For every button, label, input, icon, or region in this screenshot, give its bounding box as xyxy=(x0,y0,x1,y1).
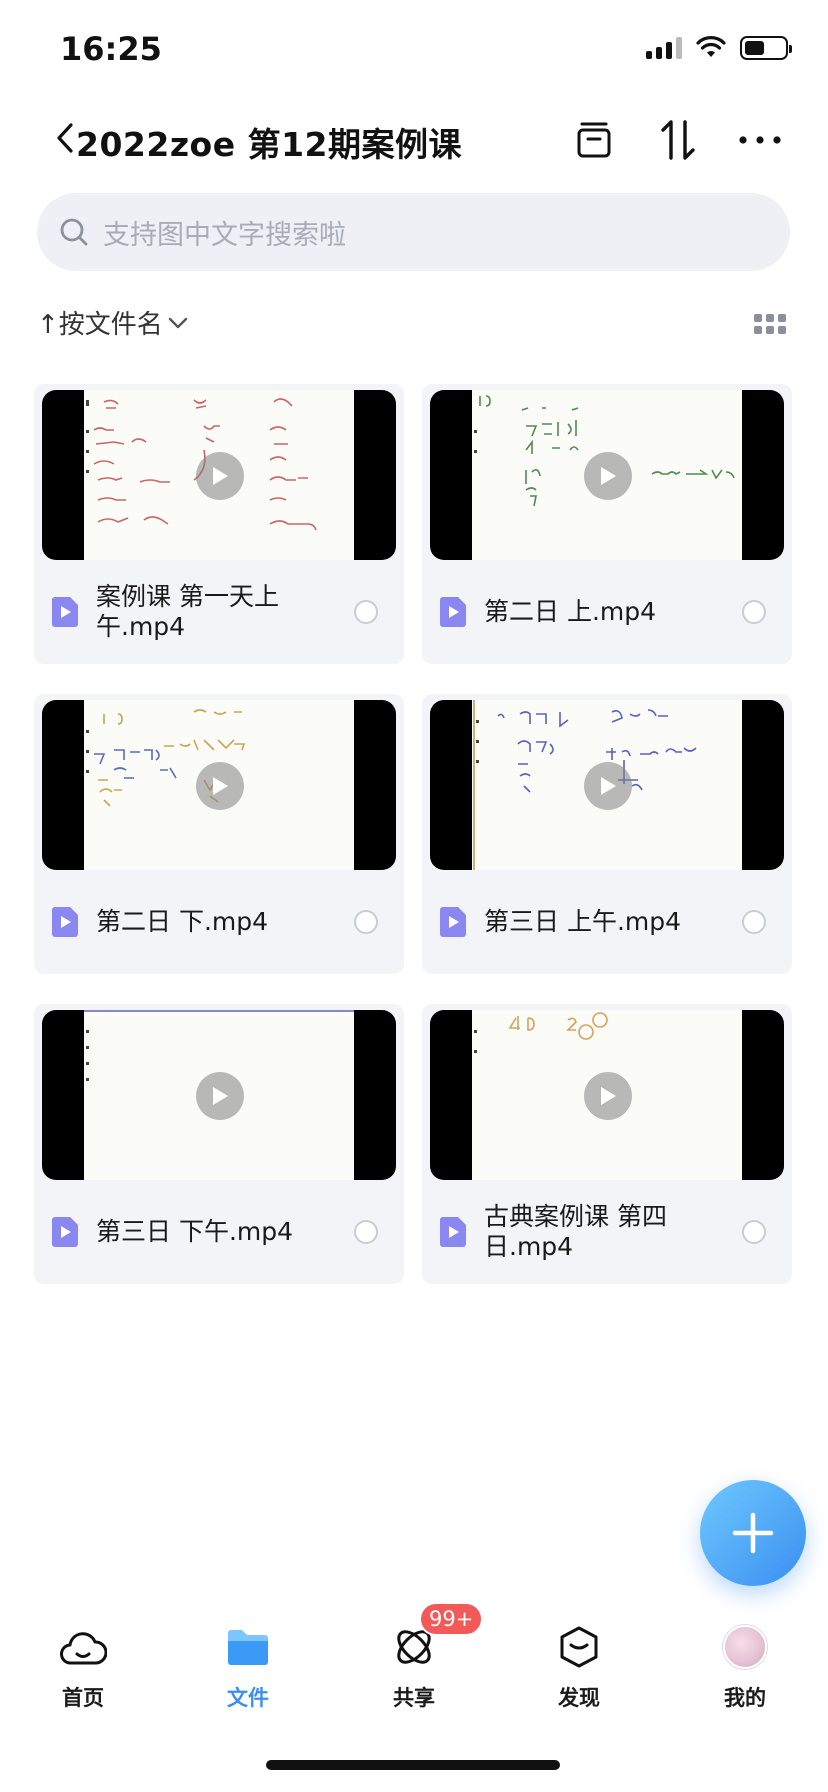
bottom-nav: 首页 文件 99+ 共享 发现 我的 xyxy=(0,1602,828,1728)
wifi-icon xyxy=(696,36,726,57)
video-thumbnail xyxy=(430,1010,784,1180)
play-icon xyxy=(584,762,632,810)
sort-arrows-icon xyxy=(661,120,695,160)
add-button[interactable] xyxy=(700,1480,806,1586)
chevron-left-icon xyxy=(57,123,73,153)
battery-icon xyxy=(740,36,792,60)
share-icon: 99+ xyxy=(389,1602,484,1672)
search-icon xyxy=(60,218,88,246)
file-card[interactable]: 第三日 下午.mp4 xyxy=(34,1004,404,1284)
file-name: 第二日 下.mp4 xyxy=(96,907,269,936)
archive-icon xyxy=(577,122,611,158)
nav-item-home[interactable]: 首页 xyxy=(28,1618,138,1728)
video-file-icon xyxy=(440,1217,466,1247)
video-thumbnail xyxy=(430,700,784,870)
video-thumbnail xyxy=(430,390,784,560)
avatar xyxy=(723,1625,767,1669)
sort-order-button[interactable] xyxy=(654,116,702,164)
file-name: 古典案例课 第四日.mp4 xyxy=(484,1202,667,1261)
video-thumbnail xyxy=(42,390,396,560)
search-placeholder: 支持图中文字搜索啦 xyxy=(103,219,346,251)
file-card[interactable]: 第三日 上午.mp4 xyxy=(422,694,792,974)
file-card[interactable]: 第二日 下.mp4 xyxy=(34,694,404,974)
sort-label: ↑按文件名 xyxy=(37,310,163,340)
file-info: 第二日 上.mp4 xyxy=(422,560,792,664)
discover-icon xyxy=(554,1622,604,1672)
play-icon xyxy=(584,452,632,500)
nav-label: 我的 xyxy=(724,1686,766,1710)
archive-button[interactable] xyxy=(570,116,618,164)
nav-label: 共享 xyxy=(393,1686,435,1710)
file-info: 古典案例课 第四日.mp4 xyxy=(422,1180,792,1284)
play-icon xyxy=(196,1072,244,1120)
play-icon xyxy=(196,762,244,810)
video-file-icon xyxy=(52,907,78,937)
file-name: 案例课 第一天上午.mp4 xyxy=(96,582,279,641)
signal-icon xyxy=(646,37,682,59)
file-grid: 案例课 第一天上午.mp4 第二日 上.mp4 第二日 下.mp4 第三日 上午… xyxy=(34,384,792,1284)
grid-view-icon[interactable] xyxy=(754,314,786,336)
play-icon xyxy=(196,452,244,500)
video-file-icon xyxy=(440,907,466,937)
video-thumbnail xyxy=(42,700,396,870)
video-thumbnail xyxy=(42,1010,396,1180)
select-checkbox[interactable] xyxy=(742,1220,766,1244)
select-checkbox[interactable] xyxy=(354,910,378,934)
page-title: 2022zoe 第12期案例课 xyxy=(76,125,463,164)
file-name: 第三日 下午.mp4 xyxy=(96,1217,294,1246)
file-card[interactable]: 古典案例课 第四日.mp4 xyxy=(422,1004,792,1284)
file-info: 第三日 下午.mp4 xyxy=(34,1180,404,1284)
select-checkbox[interactable] xyxy=(354,600,378,624)
video-file-icon xyxy=(52,1217,78,1247)
status-bar: 16:25 xyxy=(0,0,828,100)
chevron-down-icon xyxy=(168,317,187,328)
play-icon xyxy=(584,1072,632,1120)
file-name: 第二日 上.mp4 xyxy=(484,597,657,626)
file-info: 案例课 第一天上午.mp4 xyxy=(34,560,404,664)
file-card[interactable]: 案例课 第一天上午.mp4 xyxy=(34,384,404,664)
select-checkbox[interactable] xyxy=(742,910,766,934)
file-card[interactable]: 第二日 上.mp4 xyxy=(422,384,792,664)
sort-dropdown[interactable]: ↑按文件名 xyxy=(37,304,189,341)
more-icon xyxy=(739,136,781,144)
folder-icon xyxy=(223,1622,273,1672)
status-icons xyxy=(646,36,792,60)
nav-label: 发现 xyxy=(558,1686,600,1710)
status-time: 16:25 xyxy=(60,30,162,68)
nav-item-profile[interactable]: 我的 xyxy=(690,1618,800,1728)
file-info: 第二日 下.mp4 xyxy=(34,870,404,974)
nav-label: 首页 xyxy=(62,1686,104,1710)
nav-item-share[interactable]: 99+ 共享 xyxy=(359,1602,484,1728)
home-indicator xyxy=(266,1760,560,1770)
file-info: 第三日 上午.mp4 xyxy=(422,870,792,974)
nav-item-discover[interactable]: 发现 xyxy=(524,1618,634,1728)
select-checkbox[interactable] xyxy=(742,600,766,624)
cloud-icon xyxy=(58,1622,108,1672)
plus-icon xyxy=(732,1512,774,1554)
select-checkbox[interactable] xyxy=(354,1220,378,1244)
more-button[interactable] xyxy=(736,116,784,164)
nav-item-files[interactable]: 文件 xyxy=(193,1618,303,1728)
video-file-icon xyxy=(52,597,78,627)
notification-badge: 99+ xyxy=(419,1602,484,1636)
nav-label: 文件 xyxy=(227,1686,269,1710)
header: 2022zoe 第12期案例课 xyxy=(0,108,828,172)
video-file-icon xyxy=(440,597,466,627)
search-input[interactable]: 支持图中文字搜索啦 xyxy=(37,193,790,271)
file-name: 第三日 上午.mp4 xyxy=(484,907,682,936)
